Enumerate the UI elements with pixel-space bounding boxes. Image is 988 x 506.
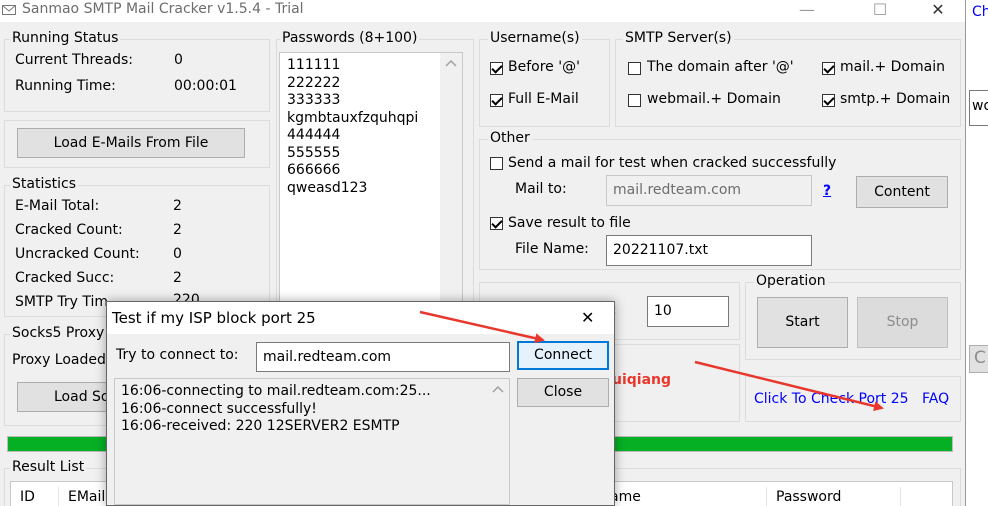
red-arrow-to-connect [419, 310, 545, 344]
red-arrow-to-check-port [694, 360, 884, 411]
annotation-overlay [419, 310, 884, 411]
